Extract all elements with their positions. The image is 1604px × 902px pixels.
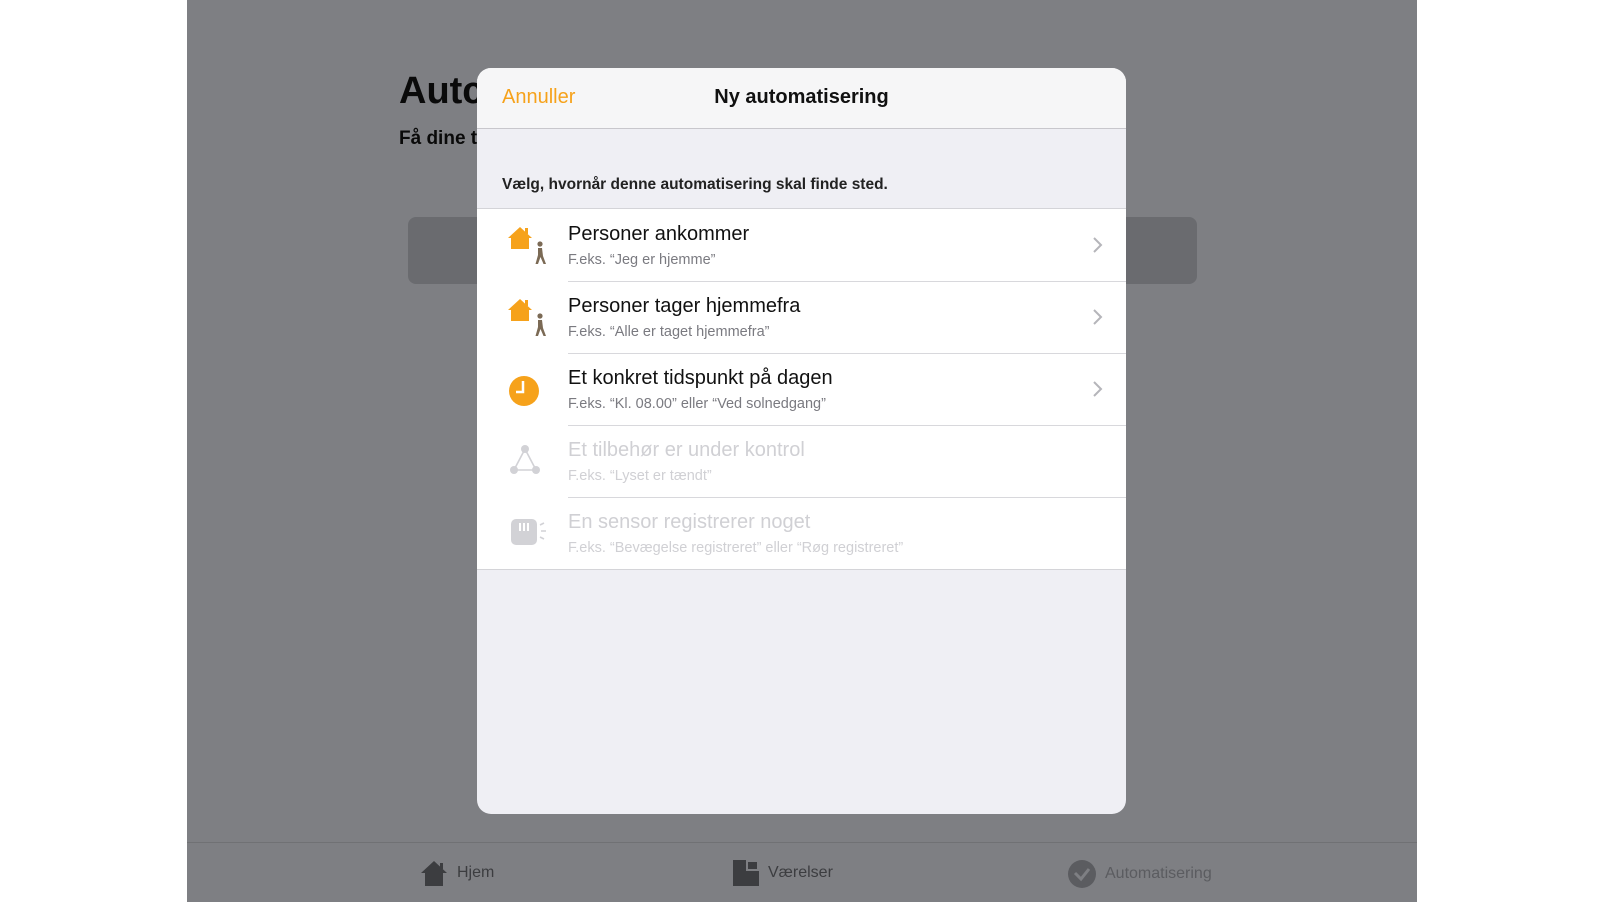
person-arrive-icon — [508, 227, 546, 264]
option-time-of-day[interactable]: Et konkret tidspunkt på dagen F.eks. “Kl… — [477, 353, 1126, 425]
new-automation-sheet: Annuller Ny automatisering Vælg, hvornår… — [477, 68, 1126, 814]
chevron-right-icon — [1093, 309, 1103, 325]
person-leave-icon — [508, 299, 546, 336]
option-people-leave[interactable]: Personer tager hjemmefra F.eks. “Alle er… — [477, 281, 1126, 353]
page-subtitle: Få dine t — [399, 128, 478, 149]
clock-icon — [509, 376, 539, 406]
sheet-title: Ny automatisering — [714, 86, 889, 108]
tab-label: Automatisering — [1105, 865, 1212, 882]
section-header: Vælg, hvornår denne automatisering skal … — [502, 176, 888, 193]
option-title: En sensor registrerer noget — [568, 511, 811, 533]
tab-label: Hjem — [457, 864, 495, 881]
accessory-icon — [510, 445, 540, 474]
option-subtitle: F.eks. “Alle er taget hjemmefra” — [568, 324, 770, 340]
option-title: Et konkret tidspunkt på dagen — [568, 367, 833, 389]
tab-hjem[interactable]: Hjem — [419, 859, 494, 887]
trigger-options-list: Personer ankommer F.eks. “Jeg er hjemme”… — [477, 208, 1126, 570]
tab-label: Værelser — [768, 864, 833, 881]
option-sensor-detects: En sensor registrerer noget F.eks. “Bevæ… — [477, 497, 1126, 569]
option-people-arrive[interactable]: Personer ankommer F.eks. “Jeg er hjemme” — [477, 209, 1126, 281]
option-subtitle: F.eks. “Bevægelse registreret” eller “Rø… — [568, 540, 904, 556]
sheet-header: Annuller Ny automatisering — [477, 68, 1126, 129]
rooms-icon — [733, 860, 759, 886]
option-title: Personer ankommer — [568, 223, 750, 245]
chevron-right-icon — [1093, 237, 1103, 253]
option-subtitle: F.eks. “Jeg er hjemme” — [568, 252, 716, 268]
option-title: Et tilbehør er under kontrol — [568, 439, 805, 461]
tab-automatisering[interactable]: Automatisering — [1067, 859, 1212, 889]
page-title: Autc — [399, 70, 484, 112]
tab-bar: Hjem Værelser Automatisering — [187, 842, 1417, 902]
option-subtitle: F.eks. “Kl. 08.00” eller “Ved solnedgang… — [568, 396, 826, 412]
option-subtitle: F.eks. “Lyset er tændt” — [568, 468, 712, 484]
home-icon — [421, 861, 447, 886]
option-accessory-controlled: Et tilbehør er under kontrol F.eks. “Lys… — [477, 425, 1126, 497]
sensor-icon — [511, 519, 546, 545]
automation-icon — [1068, 860, 1096, 888]
chevron-right-icon — [1093, 381, 1103, 397]
option-title: Personer tager hjemmefra — [568, 295, 801, 317]
tab-vaerelser[interactable]: Værelser — [732, 859, 833, 887]
